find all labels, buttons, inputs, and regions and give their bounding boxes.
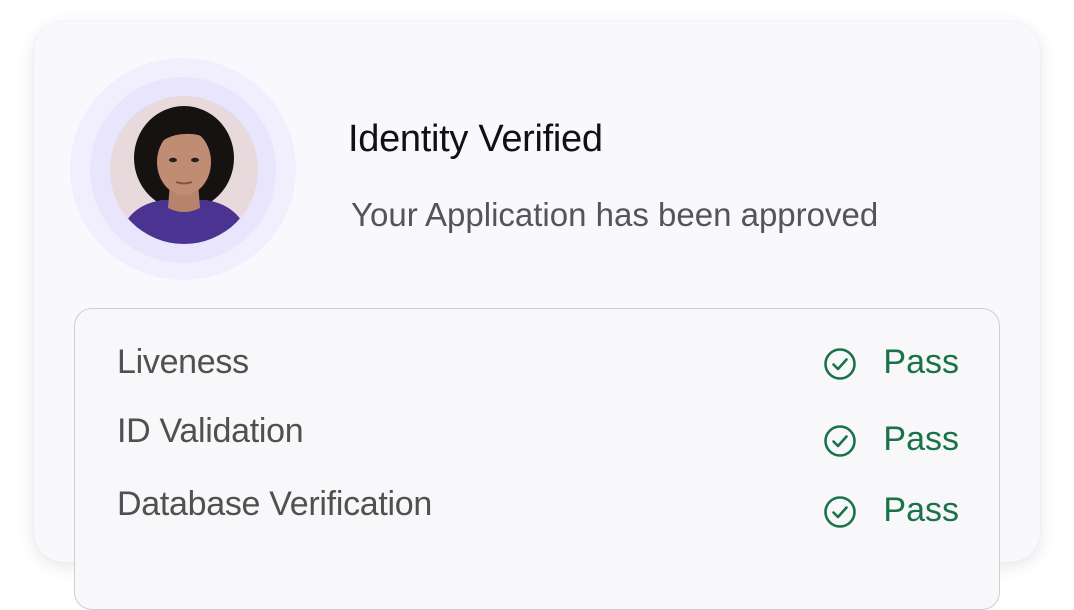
status-text: Pass [883,343,959,381]
verification-checks-panel: Liveness Pass ID Validation Pass Databas… [74,308,1000,610]
check-label: ID Validation [117,412,304,450]
avatar [110,96,258,244]
check-circle-icon [824,496,857,528]
status-text: Pass [883,491,959,529]
verification-card: Identity Verified Your Application has b… [34,22,1040,610]
check-label: Liveness [117,343,249,381]
check-label: Database Verification [117,485,433,523]
check-row-database-verification: Database Verification Pass [75,485,999,545]
check-row-id-validation: ID Validation Pass [75,412,999,472]
check-status: Pass [823,420,959,480]
status-text: Pass [883,420,959,458]
check-status: Pass [823,343,959,403]
check-row-liveness: Liveness Pass [75,343,999,403]
page-title: Identity Verified [348,118,603,160]
avatar-ring-inner [90,77,276,263]
approval-subtitle: Your Application has been approved [351,196,879,233]
user-photo [110,96,258,244]
check-circle-icon [824,425,857,457]
check-circle-icon [824,348,857,380]
check-status: Pass [823,491,959,551]
avatar-ring [70,58,296,280]
